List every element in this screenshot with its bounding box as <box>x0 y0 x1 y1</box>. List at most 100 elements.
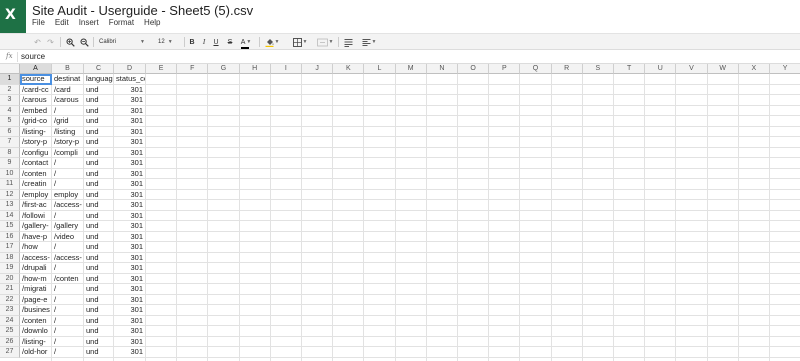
column-header-x[interactable]: X <box>738 64 770 74</box>
table-cell[interactable]: /migrati <box>20 284 51 295</box>
column-header-e[interactable]: E <box>146 64 178 74</box>
menu-insert[interactable]: Insert <box>79 18 99 30</box>
table-cell[interactable]: und <box>84 305 113 316</box>
table-cell[interactable]: /access- <box>20 253 51 264</box>
row-header-4[interactable]: 4 <box>0 105 20 116</box>
table-cell[interactable]: /embed <box>20 106 51 117</box>
table-cell[interactable]: /listing <box>52 127 83 138</box>
column-header-s[interactable]: S <box>582 64 614 74</box>
table-cell[interactable]: /conten <box>52 274 83 285</box>
header-cell[interactable]: status_code <box>114 74 145 85</box>
table-cell[interactable]: und <box>84 200 113 211</box>
table-cell[interactable]: employ <box>52 190 83 201</box>
table-cell[interactable]: / <box>52 295 83 306</box>
table-cell[interactable]: /page-e <box>20 295 51 306</box>
column-header-b[interactable]: B <box>52 64 84 74</box>
row-header-6[interactable]: 6 <box>0 126 20 137</box>
table-cell[interactable]: und <box>84 106 113 117</box>
column-header-n[interactable]: N <box>426 64 458 74</box>
table-cell[interactable]: und <box>84 95 113 106</box>
column-header-l[interactable]: L <box>364 64 396 74</box>
row-header-1[interactable]: 1 <box>0 74 20 85</box>
column-header-m[interactable]: M <box>395 64 427 74</box>
table-cell[interactable]: /listing- <box>20 337 51 348</box>
table-cell[interactable]: 301 <box>114 148 145 159</box>
table-cell[interactable]: /grid-co <box>20 116 51 127</box>
row-header-14[interactable]: 14 <box>0 210 20 221</box>
table-cell[interactable]: und <box>84 347 113 358</box>
row-header-23[interactable]: 23 <box>0 305 20 316</box>
wrap-text-button[interactable] <box>343 36 353 48</box>
column-header-t[interactable]: T <box>614 64 646 74</box>
zoom-out-icon[interactable] <box>79 36 89 48</box>
table-cell[interactable]: / <box>52 106 83 117</box>
table-cell[interactable]: /grid <box>52 116 83 127</box>
table-cell[interactable]: 301 <box>114 337 145 348</box>
table-cell[interactable]: /card-cc <box>20 85 51 96</box>
table-cell[interactable]: 301 <box>114 326 145 337</box>
bold-button[interactable]: B <box>188 36 196 48</box>
formula-input[interactable]: source <box>21 52 45 61</box>
menu-format[interactable]: Format <box>109 18 134 30</box>
table-cell[interactable]: und <box>84 85 113 96</box>
column-header-w[interactable]: W <box>707 64 739 74</box>
table-cell[interactable]: 301 <box>114 232 145 243</box>
table-cell[interactable]: und <box>84 316 113 327</box>
table-cell[interactable]: 301 <box>114 116 145 127</box>
column-header-p[interactable]: P <box>489 64 521 74</box>
column-header-c[interactable]: C <box>84 64 114 74</box>
column-header-a[interactable]: A <box>20 64 52 74</box>
row-header-13[interactable]: 13 <box>0 200 20 211</box>
menu-help[interactable]: Help <box>144 18 160 30</box>
row-header-27[interactable]: 27 <box>0 347 20 358</box>
spreadsheet-grid[interactable]: A B C D E F G H I J K L M N O P Q R S T U V W X Y 1 2 3 4 5 6 7 8 9 10 11 12… <box>0 64 800 361</box>
font-family-select[interactable]: Calibri ▼ <box>99 36 149 48</box>
table-cell[interactable]: 301 <box>114 179 145 190</box>
header-cell[interactable]: destinat <box>52 74 83 85</box>
table-cell[interactable]: 301 <box>114 200 145 211</box>
row-header-17[interactable]: 17 <box>0 242 20 253</box>
row-header-24[interactable]: 24 <box>0 315 20 326</box>
table-cell[interactable]: und <box>84 190 113 201</box>
table-cell[interactable]: /contact <box>20 158 51 169</box>
table-cell[interactable]: 301 <box>114 127 145 138</box>
table-cell[interactable]: 301 <box>114 85 145 96</box>
table-cell[interactable]: 301 <box>114 305 145 316</box>
document-title[interactable]: Site Audit - Userguide - Sheet5 (5).csv <box>32 3 253 18</box>
column-header-k[interactable]: K <box>333 64 365 74</box>
row-header-3[interactable]: 3 <box>0 95 20 106</box>
italic-button[interactable]: I <box>200 36 208 48</box>
text-color-button[interactable]: A ▼ <box>240 36 252 49</box>
table-cell[interactable]: und <box>84 211 113 222</box>
table-cell[interactable]: /how <box>20 242 51 253</box>
column-header-f[interactable]: F <box>177 64 209 74</box>
column-header-d[interactable]: D <box>114 64 146 74</box>
table-cell[interactable]: / <box>52 169 83 180</box>
row-header-20[interactable]: 20 <box>0 273 20 284</box>
table-cell[interactable]: 301 <box>114 95 145 106</box>
table-cell[interactable]: 301 <box>114 263 145 274</box>
table-cell[interactable]: 301 <box>114 190 145 201</box>
font-size-select[interactable]: 12 ▼ <box>158 36 180 48</box>
table-cell[interactable]: /card <box>52 85 83 96</box>
table-cell[interactable]: /compli <box>52 148 83 159</box>
table-cell[interactable]: und <box>84 137 113 148</box>
table-cell[interactable]: /followi <box>20 211 51 222</box>
table-cell[interactable]: und <box>84 253 113 264</box>
table-cell[interactable]: und <box>84 116 113 127</box>
table-cell[interactable]: / <box>52 305 83 316</box>
strikethrough-button[interactable]: S <box>226 36 234 48</box>
table-cell[interactable]: / <box>52 158 83 169</box>
table-cell[interactable]: /carous <box>52 95 83 106</box>
row-header-21[interactable]: 21 <box>0 284 20 295</box>
table-cell[interactable]: und <box>84 295 113 306</box>
table-cell[interactable]: /creatin <box>20 179 51 190</box>
table-cell[interactable]: 301 <box>114 316 145 327</box>
row-header-22[interactable]: 22 <box>0 294 20 305</box>
column-header-h[interactable]: H <box>239 64 271 74</box>
table-cell[interactable]: und <box>84 263 113 274</box>
header-cell[interactable]: source <box>20 74 51 85</box>
row-header-10[interactable]: 10 <box>0 168 20 179</box>
row-header-16[interactable]: 16 <box>0 231 20 242</box>
table-cell[interactable]: 301 <box>114 169 145 180</box>
